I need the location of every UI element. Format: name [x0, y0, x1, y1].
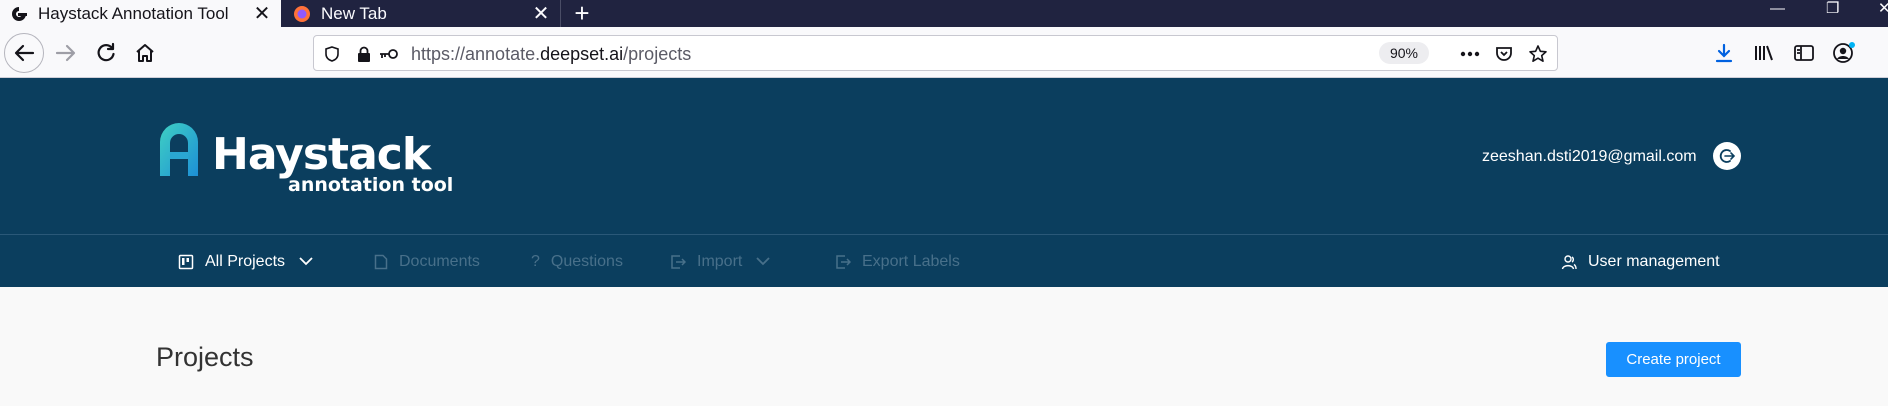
- account-icon: [1833, 42, 1855, 63]
- nav-label: Export Labels: [862, 252, 960, 270]
- chevron-down-icon[interactable]: [756, 257, 770, 266]
- nav-label: Questions: [550, 252, 623, 270]
- tab-label: New Tab: [321, 3, 387, 23]
- project-icon: [178, 254, 194, 270]
- back-button[interactable]: [4, 33, 44, 73]
- pocket-icon[interactable]: [1492, 42, 1516, 66]
- close-icon[interactable]: ✕: [530, 3, 552, 25]
- nav-import[interactable]: Import: [670, 235, 770, 288]
- nav-questions[interactable]: ? Questions: [531, 235, 623, 288]
- reload-icon: [97, 42, 115, 62]
- users-icon: [1561, 254, 1577, 270]
- brand-name: Haystack: [212, 129, 431, 180]
- browser-toolbar: https://annotate.deepset.ai/projects 90%: [0, 27, 1888, 78]
- nav-label: Documents: [399, 252, 480, 270]
- downloads-button[interactable]: [1706, 35, 1742, 71]
- logout-icon: [1719, 149, 1736, 163]
- key-icon[interactable]: [377, 42, 401, 66]
- document-icon: [374, 254, 388, 270]
- sidebar-icon: [1794, 45, 1814, 61]
- restore-icon[interactable]: ❐: [1826, 0, 1839, 17]
- arrow-left-icon: [14, 44, 35, 62]
- home-icon: [136, 44, 154, 62]
- main-content: Projects Create project: [0, 287, 1888, 406]
- nav-user-management[interactable]: User management: [1561, 235, 1720, 288]
- nav-label: Import: [697, 252, 743, 270]
- close-icon[interactable]: ✕: [251, 3, 273, 25]
- library-button[interactable]: [1746, 35, 1782, 71]
- create-project-button[interactable]: Create project: [1606, 342, 1741, 377]
- tab-new-tab[interactable]: New Tab ✕: [281, 0, 561, 27]
- haystack-logo-icon[interactable]: [156, 120, 202, 178]
- forward-button[interactable]: [48, 35, 84, 71]
- nav-label: User management: [1588, 252, 1720, 270]
- nav-export-labels[interactable]: Export Labels: [835, 235, 960, 288]
- nav-label: All Projects: [205, 252, 286, 270]
- close-window-icon[interactable]: ✕: [1878, 0, 1888, 17]
- haystack-logo-icon: [12, 6, 27, 21]
- question-icon: ?: [531, 252, 540, 270]
- shield-icon[interactable]: [320, 42, 344, 66]
- nav-all-projects[interactable]: All Projects: [178, 235, 313, 288]
- import-icon: [670, 254, 686, 270]
- tab-haystack[interactable]: Haystack Annotation Tool ✕: [0, 0, 281, 27]
- library-icon: [1755, 45, 1773, 61]
- page-actions-icon[interactable]: [1458, 42, 1482, 66]
- nav-documents[interactable]: Documents: [374, 235, 480, 288]
- firefox-icon: [294, 5, 310, 22]
- reload-button[interactable]: [88, 35, 124, 71]
- minimize-icon[interactable]: —: [1770, 0, 1785, 17]
- export-icon: [835, 254, 851, 270]
- tab-label: Haystack Annotation Tool: [38, 3, 229, 23]
- chevron-down-icon[interactable]: [299, 257, 313, 266]
- logout-button[interactable]: [1713, 142, 1741, 170]
- browser-tab-strip: Haystack Annotation Tool ✕ New Tab ✕ + —…: [0, 0, 1888, 28]
- sidebar-button[interactable]: [1786, 35, 1822, 71]
- user-email: zeeshan.dsti2019@gmail.com: [1482, 148, 1697, 165]
- url-bar[interactable]: https://annotate.deepset.ai/projects 90%: [313, 35, 1558, 71]
- home-button[interactable]: [127, 35, 163, 71]
- arrow-right-icon: [55, 44, 76, 62]
- new-tab-button[interactable]: +: [566, 0, 598, 28]
- account-button[interactable]: [1826, 35, 1862, 71]
- lock-icon[interactable]: [352, 42, 376, 66]
- app-nav: All Projects Documents ? Questions Impor…: [0, 234, 1888, 287]
- brand-subtitle: annotation tool: [288, 174, 454, 196]
- star-icon[interactable]: [1526, 42, 1550, 66]
- page-title: Projects: [156, 342, 254, 372]
- zoom-badge[interactable]: 90%: [1379, 42, 1429, 64]
- url-text[interactable]: https://annotate.deepset.ai/projects: [411, 44, 691, 65]
- download-icon: [1715, 43, 1733, 63]
